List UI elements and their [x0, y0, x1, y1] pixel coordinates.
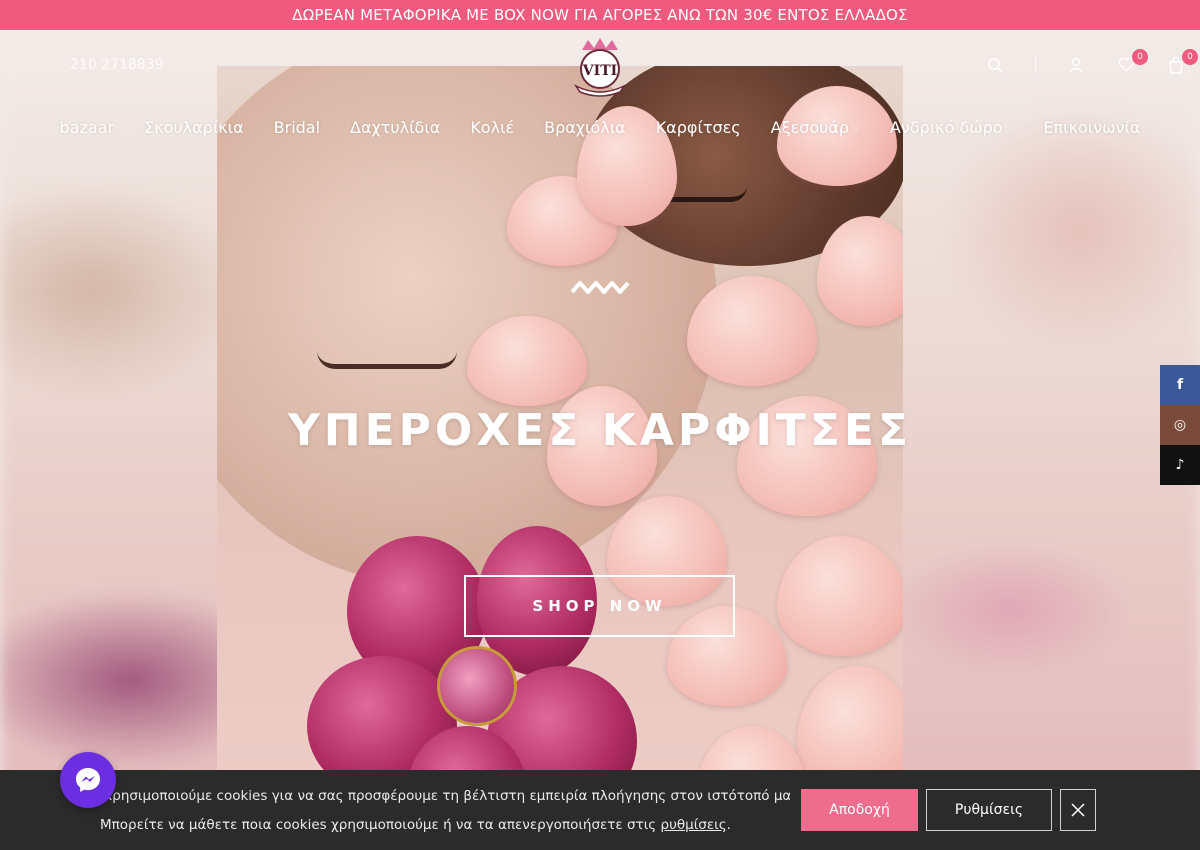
cart-icon[interactable]: 0 — [1166, 49, 1198, 75]
shop-now-button[interactable]: SHOP NOW — [464, 575, 735, 637]
cart-count-badge: 0 — [1182, 49, 1198, 65]
hero-image — [217, 66, 903, 850]
wishlist-icon[interactable]: 0 — [1116, 49, 1148, 75]
cookie-message-line1: Χρησιμοποιούμε cookies για να σας προσφέ… — [103, 788, 790, 804]
facebook-icon[interactable]: f — [1160, 365, 1200, 405]
social-sidebar: f ◎ ♪ — [1160, 365, 1200, 485]
cookie-settings-button[interactable]: Ρυθμίσεις — [926, 789, 1052, 831]
close-icon — [1071, 803, 1085, 817]
hero-title: ΥΠΕΡΟΧΕΣ ΚΑΡΦΙΤΣΕΣ — [287, 405, 913, 456]
cookie-close-button[interactable] — [1060, 789, 1096, 831]
messenger-icon — [76, 768, 100, 792]
nav-item-brooches[interactable]: Καρφίτσες — [656, 118, 741, 137]
cookie-settings-link[interactable]: ρυθμίσεις — [661, 817, 727, 833]
search-icon[interactable] — [985, 55, 1005, 75]
nav-item-rings[interactable]: Δαχτυλίδια — [350, 118, 440, 137]
nav-item-bracelets[interactable]: Βραχιόλια — [544, 118, 626, 137]
nav-item-accessories[interactable]: Αξεσουάρ ⌵ — [771, 118, 860, 137]
cookie-message: Χρησιμοποιούμε cookies για να σας προσφέ… — [100, 782, 790, 840]
chevron-down-icon: ⌵ — [1006, 122, 1014, 133]
logo-text: VITI — [582, 63, 617, 79]
header-actions: 0 0 — [985, 49, 1198, 75]
nav-item-mens-gift[interactable]: Ανδρικό δώρο ⌵ — [890, 118, 1014, 137]
account-icon[interactable] — [1066, 55, 1086, 75]
wave-divider-icon — [570, 281, 630, 294]
nav-item-contact[interactable]: Επικοινωνία — [1043, 118, 1140, 137]
wishlist-count-badge: 0 — [1132, 49, 1148, 65]
announcement-bar: ΔΩΡΕΑΝ ΜΕΤΑΦΟΡΙΚΑ ΜΕ BOX NOW ΓΙΑ ΑΓΟΡΕΣ … — [0, 0, 1200, 30]
tiktok-icon[interactable]: ♪ — [1160, 445, 1200, 485]
phone-number[interactable]: 210 2718839 — [70, 57, 164, 73]
cookie-accept-button[interactable]: Αποδοχή — [801, 789, 918, 831]
announcement-text: ΔΩΡΕΑΝ ΜΕΤΑΦΟΡΙΚΑ ΜΕ BOX NOW ΓΙΑ ΑΓΟΡΕΣ … — [292, 6, 908, 24]
cookie-message-line2: Μπορείτε να μάθετε ποια cookies χρησιμοπ… — [100, 817, 731, 833]
nav-item-bazaar[interactable]: bazaar — [60, 118, 115, 137]
nav-item-earrings[interactable]: Σκουλαρίκια — [144, 118, 244, 137]
main-navigation: bazaar Σκουλαρίκια Bridal Δαχτυλίδια Κολ… — [0, 118, 1200, 137]
header-divider — [1035, 56, 1036, 74]
instagram-icon[interactable]: ◎ — [1160, 405, 1200, 445]
nav-item-bridal[interactable]: Bridal — [274, 118, 320, 137]
chevron-down-icon: ⌵ — [853, 122, 860, 133]
site-logo[interactable]: VITI — [568, 36, 632, 98]
messenger-chat-button[interactable] — [60, 752, 116, 808]
nav-item-necklaces[interactable]: Κολιέ — [470, 118, 514, 137]
